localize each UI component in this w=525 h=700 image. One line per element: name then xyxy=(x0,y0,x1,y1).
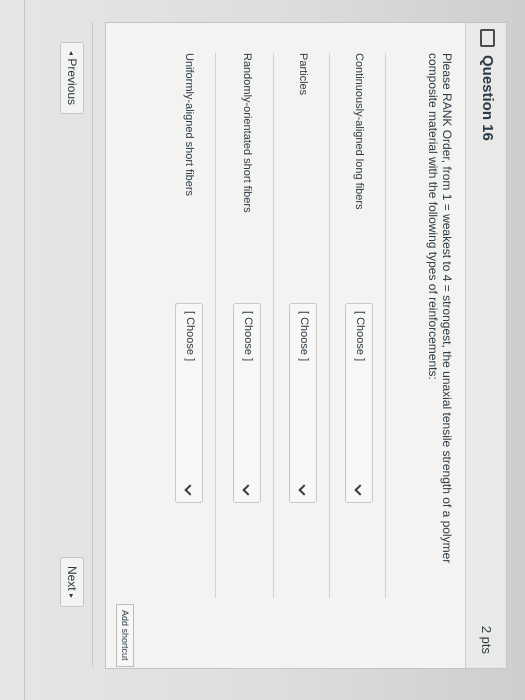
ranking-row: Continuously-aligned long fibers [ Choos… xyxy=(333,53,386,598)
row-label: Particles xyxy=(297,53,309,96)
next-button[interactable]: Next ▸ xyxy=(60,556,84,607)
next-label: Next xyxy=(65,565,79,591)
ranking-row: Uniformly-aligned short fibers [ Choose … xyxy=(163,53,216,598)
ranking-row: Randomly-orientated short fibers [ Choos… xyxy=(221,53,274,598)
row-label: Randomly-orientated short fibers xyxy=(241,53,253,213)
select-value: [ Choose ] xyxy=(184,311,196,362)
footer-divider xyxy=(24,0,25,700)
screen-stage: Question 16 2 pts Please RANK Order, fro… xyxy=(0,0,525,700)
previous-button[interactable]: ◂ Previous xyxy=(60,42,84,115)
add-shortcut-button[interactable]: Add shortcut xyxy=(116,604,134,667)
chevron-down-icon xyxy=(354,484,366,496)
question-prompt: Please RANK Order, from 1 = weakest to 4… xyxy=(426,53,454,653)
triangle-left-icon: ◂ xyxy=(67,51,76,56)
select-value: [ Choose ] xyxy=(298,311,310,362)
prompt-line-2: composite material with the following ty… xyxy=(426,53,440,380)
question-title: Question 16 xyxy=(479,55,496,141)
chevron-down-icon xyxy=(242,484,254,496)
row-label: Uniformly-aligned short fibers xyxy=(183,53,195,197)
previous-label: Previous xyxy=(65,58,79,106)
rank-select[interactable]: [ Choose ] xyxy=(289,303,317,503)
row-label: Continuously-aligned long fibers xyxy=(353,53,365,210)
select-value: [ Choose ] xyxy=(242,311,254,362)
ranking-row: Particles [ Choose ] xyxy=(277,53,330,598)
question-nav: ◂ Previous Next ▸ xyxy=(52,22,93,667)
rank-select[interactable]: [ Choose ] xyxy=(233,303,261,503)
triangle-right-icon: ▸ xyxy=(67,593,76,598)
rank-select[interactable]: [ Choose ] xyxy=(345,303,373,503)
quiz-page: Question 16 2 pts Please RANK Order, fro… xyxy=(0,0,525,700)
rank-select[interactable]: [ Choose ] xyxy=(175,303,203,503)
chevron-down-icon xyxy=(298,484,310,496)
prompt-line-1: Please RANK Order, from 1 = weakest to 4… xyxy=(440,53,454,564)
chevron-down-icon xyxy=(184,484,196,496)
question-points: 2 pts xyxy=(479,625,494,654)
question-card: Question 16 2 pts Please RANK Order, fro… xyxy=(105,22,507,669)
select-value: [ Choose ] xyxy=(354,311,366,362)
flag-icon[interactable] xyxy=(480,29,495,47)
question-header: Question 16 2 pts xyxy=(465,23,506,668)
